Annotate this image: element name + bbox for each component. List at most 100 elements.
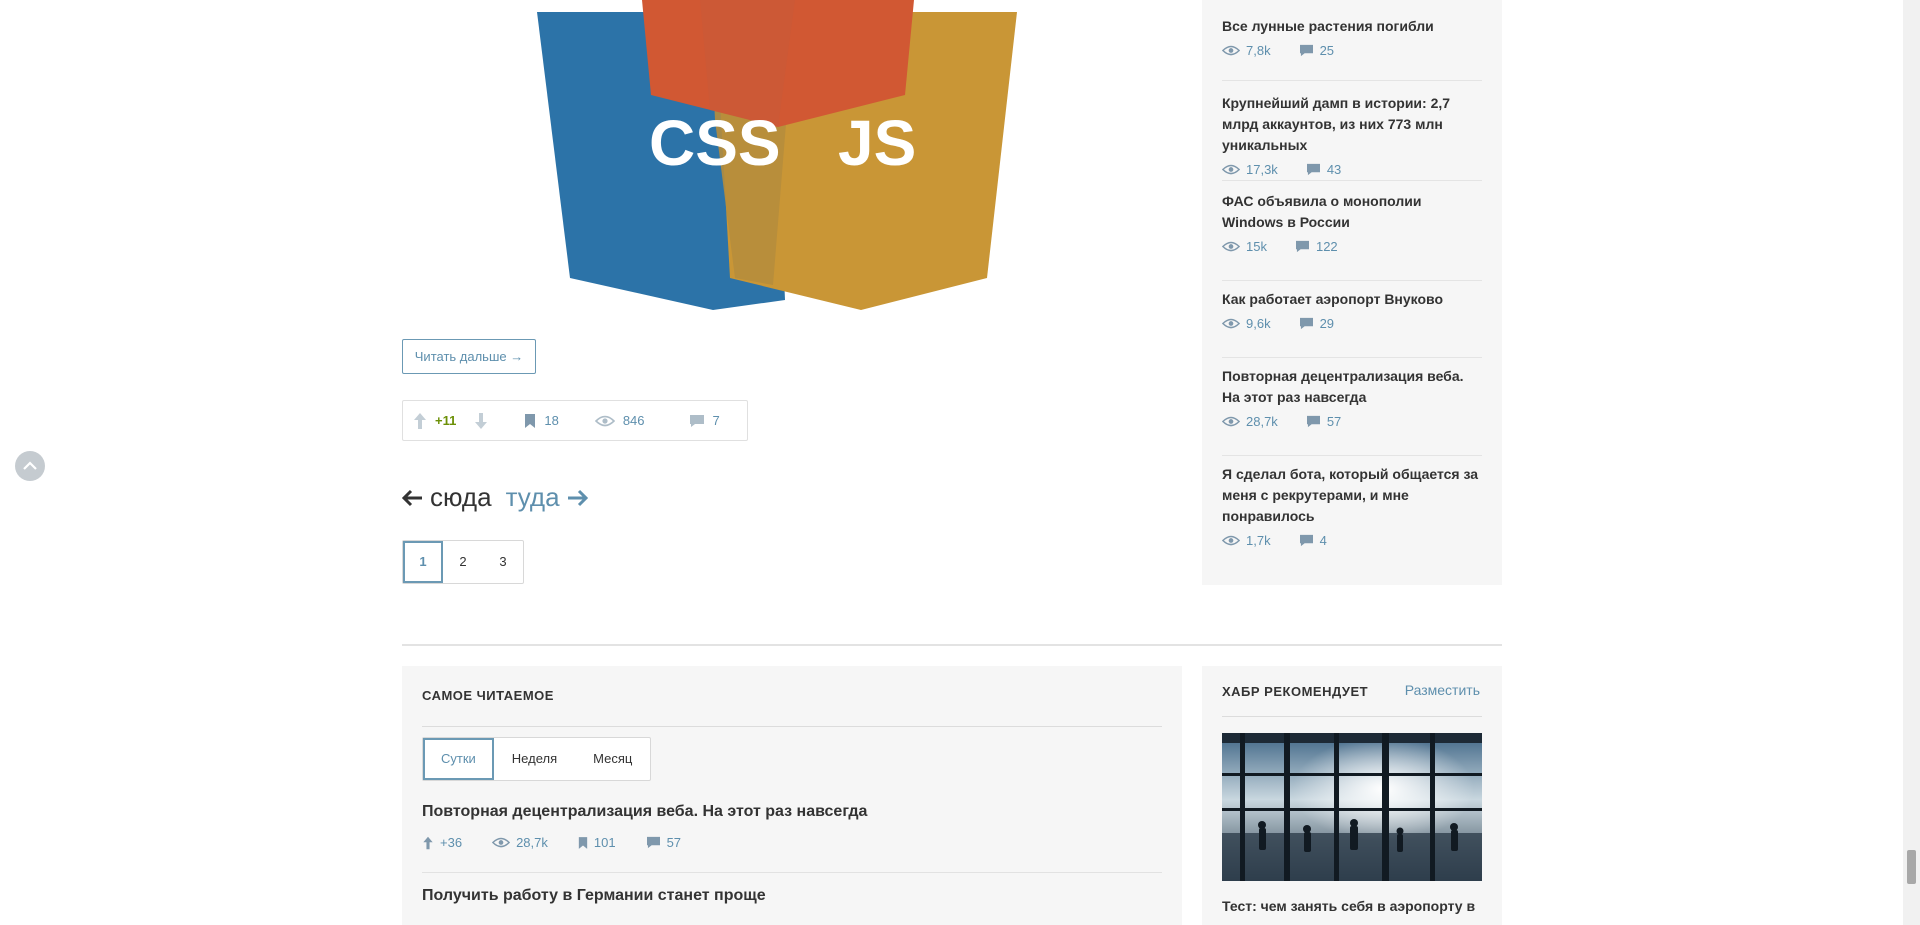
arrow-up-icon[interactable] bbox=[413, 412, 427, 430]
period-tabs: Сутки Неделя Месяц bbox=[422, 737, 652, 781]
bookmark-button[interactable]: 18 bbox=[524, 413, 559, 429]
divider bbox=[1222, 357, 1482, 358]
divider bbox=[1222, 716, 1482, 717]
eye-icon bbox=[1222, 241, 1240, 252]
comment-icon bbox=[1299, 317, 1314, 330]
pager-next-link[interactable]: туда bbox=[506, 482, 588, 513]
logo-text-css: CSS bbox=[649, 107, 781, 179]
arrow-right-icon bbox=[566, 489, 588, 507]
item-score: +36 bbox=[440, 835, 463, 850]
pager-prev-link[interactable]: сюда bbox=[402, 482, 492, 513]
recommend-image[interactable] bbox=[1222, 733, 1482, 881]
bookmark-icon bbox=[578, 836, 588, 850]
logo-text-js: JS bbox=[838, 107, 916, 179]
list-item-views: 28,7k bbox=[1246, 414, 1278, 429]
list-item-views: 15k bbox=[1246, 239, 1267, 254]
arrow-down-icon[interactable] bbox=[474, 412, 488, 430]
list-item: Крупнейший дамп в истории: 2,7 млрд акка… bbox=[1222, 93, 1482, 177]
list-item-comments[interactable]: 25 bbox=[1320, 43, 1334, 58]
sidebar-top-posts: Все лунные растения погибли 7,8k 25 Круп… bbox=[1202, 0, 1502, 585]
comment-icon bbox=[689, 414, 705, 428]
eye-icon bbox=[1222, 45, 1240, 56]
arrow-up-icon bbox=[422, 836, 434, 850]
page-2-button[interactable]: 2 bbox=[443, 541, 483, 583]
comment-icon bbox=[1299, 534, 1314, 547]
article-cover-image: CSS JS bbox=[535, 0, 1025, 320]
bookmark-icon bbox=[524, 413, 536, 429]
list-item-title[interactable]: Повторная децентрализация веба. На этот … bbox=[1222, 366, 1482, 408]
pager-next-label: туда bbox=[505, 482, 560, 512]
page-3-button[interactable]: 3 bbox=[483, 541, 523, 583]
pager-nav: сюда туда bbox=[402, 482, 588, 513]
most-read-title: САМОЕ ЧИТАЕМОЕ bbox=[422, 688, 554, 703]
divider bbox=[422, 726, 1162, 727]
list-item: Все лунные растения погибли 7,8k 25 bbox=[1222, 16, 1482, 58]
list-item-comments[interactable]: 57 bbox=[1327, 414, 1341, 429]
item-views: 28,7k bbox=[516, 835, 548, 850]
list-item: Получить работу в Германии станет проще bbox=[422, 887, 1162, 905]
eye-icon bbox=[492, 837, 511, 848]
list-item-views: 9,6k bbox=[1246, 316, 1271, 331]
list-item-views: 7,8k bbox=[1246, 43, 1271, 58]
item-comments[interactable]: 57 bbox=[667, 835, 681, 850]
divider bbox=[1222, 80, 1482, 81]
list-item-comments[interactable]: 29 bbox=[1320, 316, 1334, 331]
pagination: 1 2 3 bbox=[402, 540, 524, 584]
comment-icon bbox=[1299, 44, 1314, 57]
eye-icon bbox=[1222, 535, 1240, 546]
list-item-title[interactable]: Как работает аэропорт Внуково bbox=[1222, 289, 1482, 310]
divider bbox=[1222, 280, 1482, 281]
list-item-title[interactable]: ФАС объявила о монополии Windows в Росси… bbox=[1222, 191, 1482, 233]
divider bbox=[1222, 180, 1482, 181]
divider bbox=[422, 872, 1162, 873]
tab-month[interactable]: Месяц bbox=[575, 738, 650, 780]
most-read-widget: САМОЕ ЧИТАЕМОЕ Сутки Неделя Месяц Повтор… bbox=[402, 666, 1182, 925]
recommend-title: ХАБР РЕКОМЕНДУЕТ bbox=[1222, 684, 1369, 699]
most-read-item-title[interactable]: Повторная децентрализация веба. На этот … bbox=[422, 803, 1162, 821]
eye-icon bbox=[594, 415, 615, 427]
scroll-top-button[interactable] bbox=[15, 451, 45, 481]
comment-icon bbox=[646, 836, 661, 849]
most-read-item-title[interactable]: Получить работу в Германии станет проще bbox=[422, 887, 1162, 905]
list-item: ФАС объявила о монополии Windows в Росси… bbox=[1222, 191, 1482, 254]
read-more-button[interactable]: Читать дальше → bbox=[402, 339, 536, 374]
page-1-button[interactable]: 1 bbox=[403, 541, 443, 583]
tab-week[interactable]: Неделя bbox=[494, 738, 575, 780]
list-item-comments[interactable]: 43 bbox=[1327, 162, 1341, 177]
list-item-comments[interactable]: 122 bbox=[1316, 239, 1338, 254]
bookmark-count: 18 bbox=[544, 413, 559, 428]
recommend-caption[interactable]: Тест: чем занять себя в аэропорту в bbox=[1222, 896, 1482, 916]
comments-count: 7 bbox=[712, 413, 720, 428]
pager-prev-label: сюда bbox=[430, 482, 492, 512]
divider bbox=[1222, 455, 1482, 456]
views-count: 846 bbox=[622, 413, 645, 428]
post-score: +11 bbox=[435, 413, 457, 428]
comments-link[interactable]: 7 bbox=[689, 413, 720, 428]
comment-icon bbox=[1295, 240, 1310, 253]
place-ad-link[interactable]: Разместить bbox=[1405, 682, 1480, 698]
chevron-up-icon bbox=[23, 461, 37, 471]
list-item: Я сделал бота, который общается за меня … bbox=[1222, 464, 1482, 548]
list-item-title[interactable]: Я сделал бота, который общается за меня … bbox=[1222, 464, 1482, 527]
recommend-widget: ХАБР РЕКОМЕНДУЕТ Разместить Тест: чем за… bbox=[1202, 666, 1502, 925]
list-item: Повторная децентрализация веба. На этот … bbox=[1222, 366, 1482, 429]
tab-day[interactable]: Сутки bbox=[423, 738, 494, 780]
comment-icon bbox=[1306, 415, 1321, 428]
page-scrollbar[interactable] bbox=[1903, 0, 1920, 925]
scrollbar-thumb[interactable] bbox=[1907, 850, 1916, 884]
eye-icon bbox=[1222, 416, 1240, 427]
comment-icon bbox=[1306, 163, 1321, 176]
arrow-left-icon bbox=[402, 489, 424, 507]
item-bookmarks: 101 bbox=[593, 835, 616, 850]
list-item-views: 1,7k bbox=[1246, 533, 1271, 548]
list-item-title[interactable]: Крупнейший дамп в истории: 2,7 млрд акка… bbox=[1222, 93, 1482, 156]
section-divider bbox=[402, 644, 1502, 646]
list-item-views: 17,3k bbox=[1246, 162, 1278, 177]
list-item: Повторная децентрализация веба. На этот … bbox=[422, 803, 1162, 850]
eye-icon bbox=[1222, 318, 1240, 329]
list-item-comments[interactable]: 4 bbox=[1320, 533, 1327, 548]
post-stats-bar: +11 18 846 7 bbox=[402, 400, 748, 441]
eye-icon bbox=[1222, 164, 1240, 175]
list-item: Как работает аэропорт Внуково 9,6k 29 bbox=[1222, 289, 1482, 331]
list-item-title[interactable]: Все лунные растения погибли bbox=[1222, 16, 1482, 37]
